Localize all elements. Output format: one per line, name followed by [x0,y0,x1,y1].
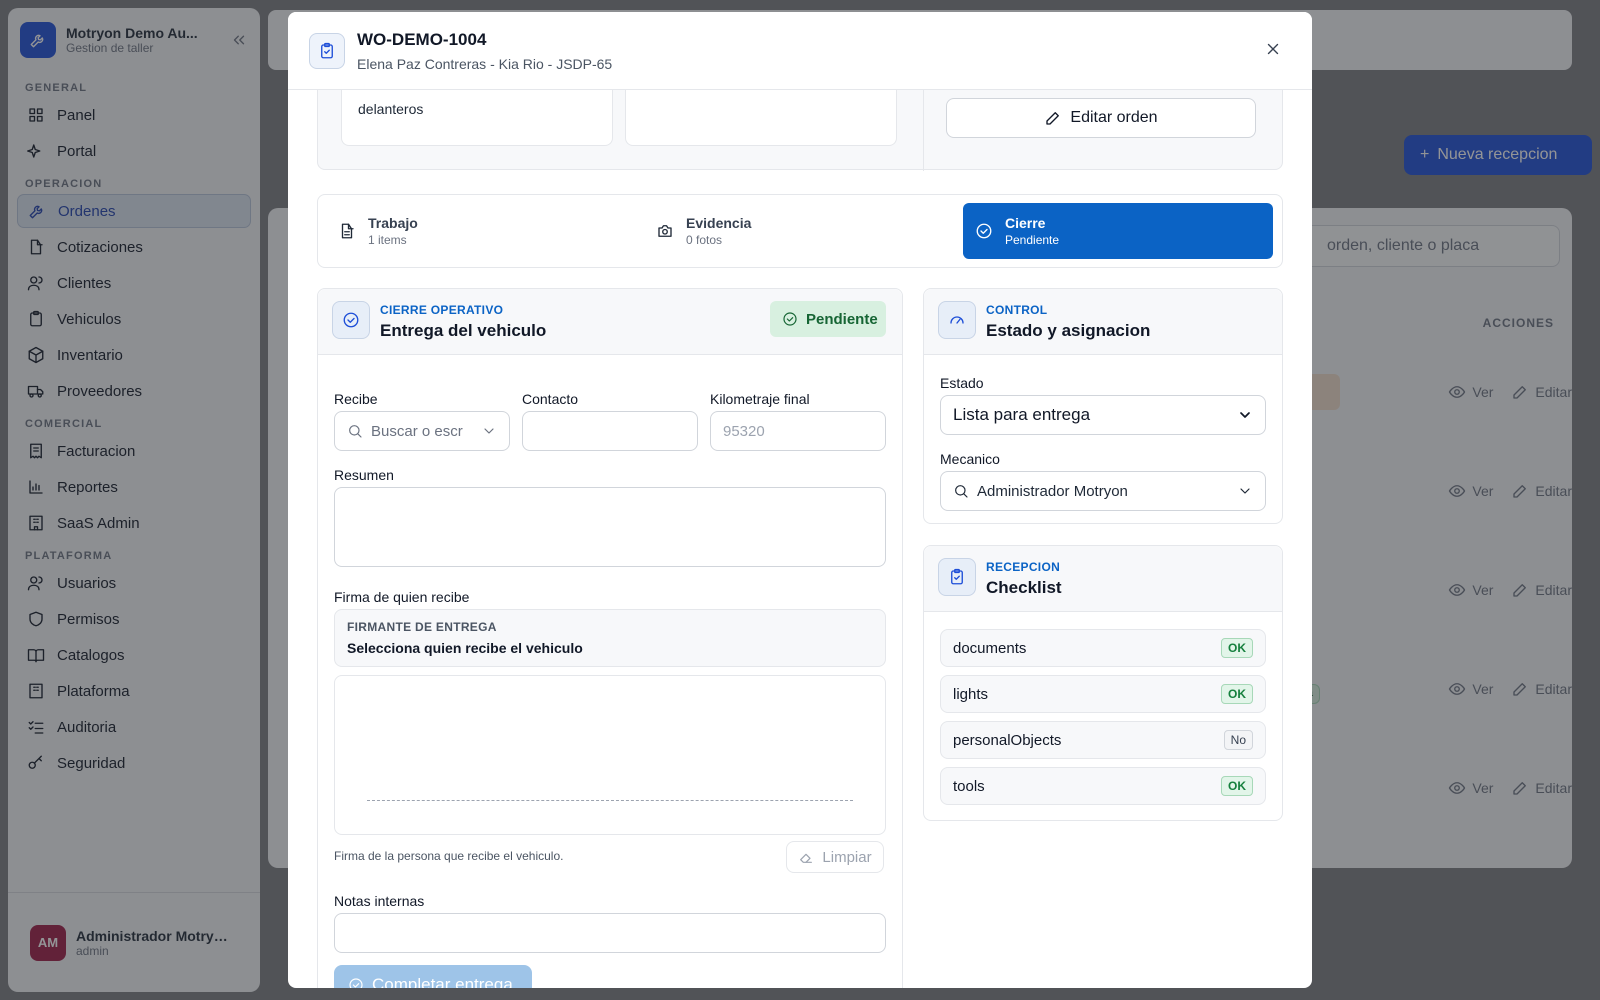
checklist-status-badge: OK [1221,684,1253,704]
checklist-item-name: lights [953,685,989,703]
closure-card: CIERRE OPERATIVO Entrega del vehiculo Pe… [317,288,903,988]
firma-label: Firma de quien recibe [334,589,470,605]
summary-field: delanteros [341,90,613,146]
tabs-bar: Trabajo 1 items Evidencia 0 fotos Cierre Pe… [317,194,1283,268]
tab-title: Evidencia [686,215,752,231]
estado-label: Estado [940,375,984,391]
tab-title: Cierre [1005,215,1046,231]
km-input[interactable]: 95320 [710,411,886,451]
mecanico-value: Administrador Motryon [977,482,1128,500]
search-icon [955,485,968,498]
closure-eyebrow: CIERRE OPERATIVO [380,303,504,317]
checklist-item: lights OK [940,675,1266,713]
signature-line [367,800,853,801]
eraser-icon [800,853,813,863]
notas-label: Notas internas [334,893,425,909]
estado-value: Lista para entrega [953,405,1091,424]
recibe-combobox[interactable]: Buscar o escr [334,411,510,451]
gauge-icon [938,301,976,339]
clipboard-check-icon [309,32,345,69]
checklist-status-badge: OK [1221,776,1253,796]
chevron-down-icon [1240,412,1250,418]
divider [923,90,924,171]
modal-body[interactable]: delanteros Editar orden Trabajo 1 items E… [288,90,1312,988]
firmante-box: FIRMANTE DE ENTREGA Selecciona quien rec… [334,609,886,667]
closure-card-header: CIERRE OPERATIVO Entrega del vehiculo Pe… [318,289,902,355]
tab-evidencia[interactable]: Evidencia 0 fotos [644,203,950,259]
clear-signature-button[interactable]: Limpiar [786,841,884,873]
pencil-icon [1046,112,1060,125]
close-icon[interactable] [1264,40,1282,58]
checklist-item-name: tools [953,777,985,795]
tab-subtitle: 0 fotos [686,233,723,247]
firmante-eyebrow: FIRMANTE DE ENTREGA [347,620,497,634]
complete-delivery-label: Completar entrega [372,975,513,988]
status-badge-label: Pendiente [806,310,878,328]
file-text-icon [341,223,354,239]
check-circle-icon [349,978,363,988]
tab-subtitle: 1 items [368,233,407,247]
clear-signature-label: Limpiar [822,848,872,866]
order-summary-card: delanteros Editar orden [317,90,1283,171]
firma-hint: Firma de la persona que recibe el vehicu… [334,849,564,863]
checklist-item: personalObjects No [940,721,1266,759]
contacto-label: Contacto [522,391,579,407]
mecanico-combobox[interactable]: Administrador Motryon [940,471,1266,511]
checklist-status-badge: OK [1221,638,1253,658]
checklist-item: documents OK [940,629,1266,667]
signature-pad[interactable] [334,675,886,835]
work-order-modal: WO-DEMO-1004 Elena Paz Contreras - Kia R… [288,12,1312,988]
summary-text: delanteros [358,101,424,117]
complete-delivery-button[interactable]: Completar entrega [334,965,532,988]
camera-icon [658,225,672,237]
checklist-eyebrow: RECEPCION [986,560,1061,574]
modal-subtitle: Elena Paz Contreras - Kia Rio - JSDP-65 [357,55,613,72]
checklist-title: Checklist [986,578,1062,597]
edit-order-label: Editar orden [1070,109,1158,126]
check-circle-icon [332,301,370,339]
clipboard-check-icon [938,558,976,596]
notas-input[interactable] [334,913,886,953]
tab-subtitle: Pendiente [1005,233,1060,247]
control-card: CONTROL Estado y asignacion Estado Lista… [923,288,1283,524]
closure-title: Entrega del vehiculo [380,321,547,340]
check-circle-icon [783,312,797,326]
checklist-card-header: RECEPCION Checklist [924,546,1282,612]
search-icon [349,425,362,438]
tab-trabajo[interactable]: Trabajo 1 items [326,203,632,259]
checklist-card: RECEPCION Checklist documents OK lights OK… [923,545,1283,821]
check-circle-icon [976,223,992,239]
recibe-placeholder: Buscar o escr [371,422,463,440]
control-card-header: CONTROL Estado y asignacion [924,289,1282,355]
firmante-text: Selecciona quien recibe el vehiculo [347,640,583,656]
checklist-item-name: documents [953,639,1027,657]
chevron-down-icon [484,428,494,434]
resumen-label: Resumen [334,467,394,483]
recibe-label: Recibe [334,391,378,407]
km-label: Kilometraje final [710,391,810,407]
checklist-status-badge: No [1223,730,1253,750]
edit-order-button[interactable]: Editar orden [946,98,1256,138]
tab-title: Trabajo [368,215,418,231]
chevron-down-icon [1240,488,1250,494]
checklist-item: tools OK [940,767,1266,805]
control-title: Estado y asignacion [986,321,1151,340]
contacto-input[interactable] [522,411,698,451]
modal-title: WO-DEMO-1004 [357,29,487,49]
tab-cierre[interactable]: Cierre Pendiente [963,203,1273,259]
checklist-item-name: personalObjects [953,731,1062,749]
modal-header: WO-DEMO-1004 Elena Paz Contreras - Kia R… [288,12,1312,90]
control-eyebrow: CONTROL [986,303,1048,317]
status-badge: Pendiente [770,301,886,337]
estado-select[interactable]: Lista para entrega [940,395,1266,435]
mecanico-label: Mecanico [940,451,1000,467]
resumen-textarea[interactable] [334,487,886,567]
summary-field [625,90,897,146]
